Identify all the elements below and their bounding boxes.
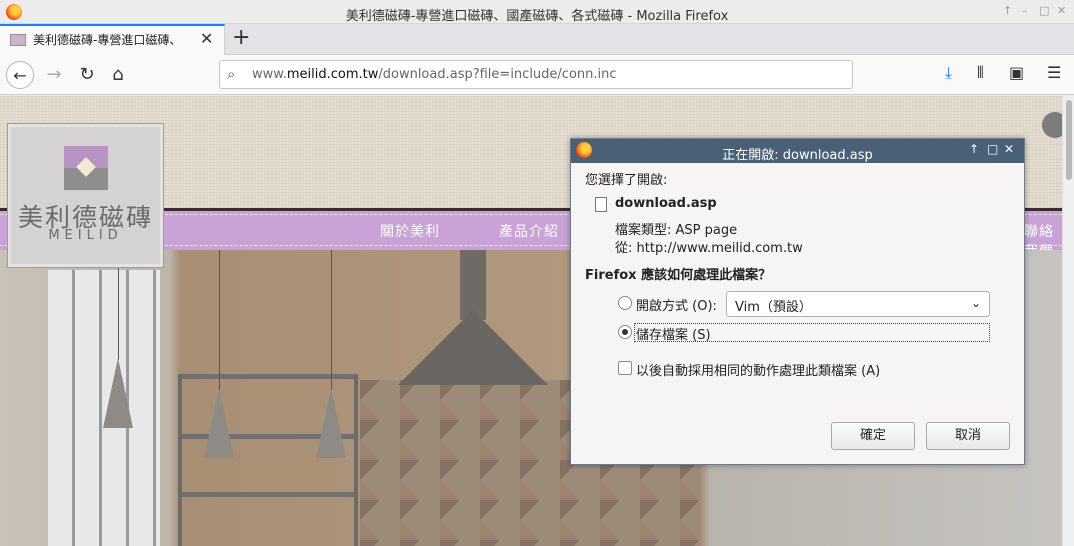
remember-choice-label[interactable]: 以後自動採用相同的動作處理此類檔案 (A) — [636, 360, 880, 379]
back-button[interactable]: ← — [6, 61, 34, 89]
menu-item[interactable]: 關於美利 — [380, 221, 440, 241]
file-source-label: 從: http://www.meilid.com.tw — [615, 241, 803, 256]
save-file-label[interactable]: 儲存檔案 (S) — [636, 324, 711, 343]
open-file-dialog: 正在開啟: download.asp ↑ □ ✕ 您選擇了開啟: downloa… — [570, 138, 1025, 465]
navigation-toolbar: ← → ↻ ⌂ ⌕ www.meilid.com.tw/download.asp… — [0, 55, 1074, 95]
save-file-radio[interactable] — [618, 325, 632, 339]
file-icon — [595, 197, 607, 212]
dialog-title-bar: 正在開啟: download.asp ↑ □ ✕ — [571, 139, 1024, 163]
menu-item[interactable]: 產品介紹 — [499, 221, 559, 241]
dialog-maximize-button[interactable]: □ — [987, 142, 998, 156]
forward-button[interactable]: → — [40, 61, 68, 89]
open-with-radio[interactable] — [618, 296, 632, 310]
tab-active[interactable]: 美利德磁磚-專營進口磁磚、 ✕ — [0, 24, 225, 55]
ok-button[interactable]: 確定 — [831, 422, 915, 450]
site-favicon-icon — [10, 34, 26, 46]
cancel-button[interactable]: 取消 — [926, 422, 1010, 450]
action-question: Firefox 應該如何處理此檔案？ — [585, 268, 772, 283]
file-type-label: 檔案類型: ASP page — [615, 223, 738, 238]
downloads-icon[interactable]: ⤓ — [945, 63, 952, 83]
tab-close-icon[interactable]: ✕ — [200, 29, 213, 48]
url-domain: meilid.com.tw — [286, 67, 379, 82]
tab-title: 美利德磁磚-專營進口磁磚、 — [33, 33, 182, 47]
tab-bar: 美利德磁磚-專營進口磁磚、 ✕ + — [0, 24, 1074, 55]
url-bar[interactable]: ⌕ www.meilid.com.tw/download.asp?file=in… — [219, 60, 853, 89]
range-hood-image — [398, 250, 548, 390]
pendant-lamp-image — [316, 388, 346, 458]
dialog-title: 正在開啟: download.asp — [722, 148, 873, 163]
window-title: 美利德磁磚-專營進口磁磚、國產磁磚、各式磁磚 - Mozilla Firefox — [345, 9, 729, 24]
site-logo[interactable]: 美利德磁磚 MEILID — [7, 123, 164, 268]
dialog-close-button[interactable]: ✕ — [1004, 142, 1014, 156]
new-tab-button[interactable]: + — [232, 25, 250, 50]
chevron-down-icon: ⌄ — [970, 296, 981, 310]
pendant-lamp-image — [204, 388, 234, 458]
logo-text-english: MEILID — [48, 228, 123, 243]
window-maximize-button[interactable]: □ — [1039, 4, 1049, 17]
page-scrollbar[interactable] — [1062, 96, 1074, 546]
home-button[interactable]: ⌂ — [104, 61, 132, 89]
pendant-lamp-image — [103, 358, 133, 428]
menu-icon[interactable]: ☰ — [1047, 63, 1061, 82]
application-select[interactable]: Vim（預設） ⌄ — [726, 291, 990, 317]
sidebar-icon[interactable]: ▣ — [1009, 63, 1024, 82]
window-minimize-button[interactable]: – — [1022, 4, 1028, 17]
search-icon: ⌕ — [227, 65, 236, 83]
window-title-bar: 美利德磁磚-專營進口磁磚、國產磁磚、各式磁磚 - Mozilla Firefox… — [0, 0, 1074, 24]
application-select-value: Vim（預設） — [735, 300, 812, 315]
dialog-raise-button[interactable]: ↑ — [969, 142, 979, 156]
url-text[interactable]: www.meilid.com.tw/download.asp?file=incl… — [252, 67, 617, 82]
reload-button[interactable]: ↻ — [73, 61, 101, 89]
remember-choice-checkbox[interactable] — [618, 361, 632, 375]
file-source-value: http://www.meilid.com.tw — [636, 241, 803, 256]
file-type-value: ASP page — [675, 223, 738, 238]
file-name: download.asp — [615, 196, 717, 211]
window-raise-button[interactable]: ↑ — [1003, 4, 1012, 17]
dialog-heading: 您選擇了開啟: — [585, 173, 668, 188]
open-with-label[interactable]: 開啟方式 (O): — [636, 295, 717, 314]
library-icon[interactable]: ⫴ — [977, 63, 984, 83]
logo-mark-icon — [64, 146, 108, 190]
scrollbar-thumb[interactable] — [1066, 100, 1072, 180]
window-close-button[interactable]: ✕ — [1057, 4, 1066, 17]
